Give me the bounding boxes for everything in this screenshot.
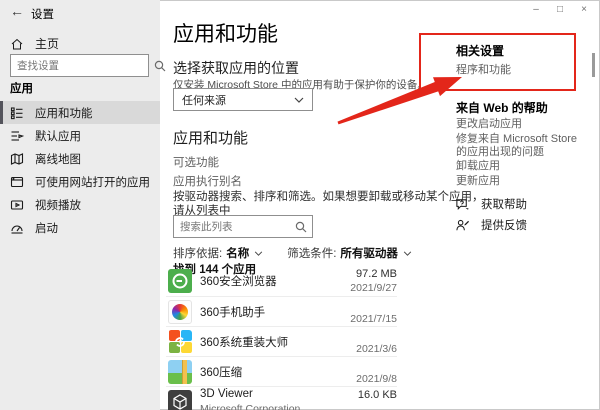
- app-name: 3D Viewer: [200, 388, 300, 400]
- sidebar-item-label: 应用和功能: [35, 105, 93, 121]
- scrollbar-thumb[interactable]: [592, 53, 595, 77]
- give-feedback-label: 提供反馈: [481, 217, 527, 233]
- 360-safe-browser-icon: [168, 269, 192, 293]
- choose-apps-heading: 选择获取应用的位置: [173, 58, 299, 78]
- maximize-button[interactable]: □: [548, 2, 572, 18]
- list-search-box: [173, 215, 313, 238]
- apps-features-section-heading: 应用和功能: [173, 127, 248, 148]
- sidebar-item-label: 启动: [35, 220, 58, 236]
- sidebar-item-label: 默认应用: [35, 128, 81, 144]
- app-date: 2021/7/15: [350, 313, 397, 325]
- annotation-highlight-box: [419, 33, 576, 91]
- sort-by-value: 名称: [226, 245, 249, 261]
- sidebar-item-home[interactable]: 主页: [0, 32, 160, 55]
- feedback-icon: [455, 218, 470, 233]
- app-date: 2021/9/8: [356, 373, 397, 385]
- search-icon: [152, 58, 168, 74]
- window-controls: – □ ×: [524, 2, 596, 18]
- fix-store-apps-link[interactable]: 修复来自 Microsoft Store 的应用出现的问题: [456, 133, 582, 159]
- settings-search-box: [10, 54, 149, 77]
- get-help-label: 获取帮助: [481, 196, 527, 212]
- get-help-button[interactable]: 获取帮助: [455, 196, 527, 212]
- app-row-3d-viewer[interactable]: 3D Viewer Microsoft Corporation 16.0 KB: [166, 386, 397, 410]
- apps-for-websites-icon: [10, 175, 24, 189]
- apps-features-icon: [10, 106, 24, 120]
- app-row-360-zip[interactable]: 360压缩 2021/9/8: [166, 356, 397, 386]
- settings-search-input[interactable]: [11, 60, 152, 72]
- app-source-dropdown[interactable]: 任何来源: [173, 88, 313, 111]
- app-row-360-browser[interactable]: 360安全浏览器 97.2 MB 2021/9/27: [166, 266, 397, 296]
- web-help-heading: 来自 Web 的帮助: [456, 99, 548, 116]
- default-apps-icon: [10, 129, 24, 143]
- sort-by-label: 排序依据:: [173, 245, 222, 261]
- app-date: 2021/3/6: [356, 343, 397, 355]
- sidebar-item-default-apps[interactable]: 默认应用: [0, 124, 160, 147]
- selected-accent-bar: [0, 101, 3, 124]
- app-source-value: 任何来源: [182, 92, 294, 108]
- list-description-line1: 按驱动器搜索、排序和筛选。如果想要卸载或移动某个应用，请从列表中: [173, 190, 489, 218]
- get-help-icon: [455, 197, 470, 212]
- filter-by-value: 所有驱动器: [340, 245, 398, 261]
- app-row-360-phone-assistant[interactable]: 360手机助手 2021/7/15: [166, 296, 397, 326]
- app-name: 360压缩: [200, 364, 242, 380]
- sidebar-item-label: 可使用网站打开的应用: [35, 174, 150, 190]
- video-playback-icon: [10, 198, 24, 212]
- app-publisher: Microsoft Corporation: [200, 403, 300, 410]
- page-title: 应用和功能: [173, 18, 278, 48]
- sidebar-nav: 应用和功能 默认应用 离线地图 可使用网站打开的应用 视频播放 启动: [0, 101, 160, 239]
- settings-window: ← 设置 – □ × 主页 应用 应用和功能 默认应用 离线地图 可使用网站打开…: [0, 0, 600, 410]
- filter-by-dropdown[interactable]: 所有驱动器: [336, 245, 412, 261]
- list-search-input[interactable]: [174, 221, 293, 233]
- sidebar-item-apps-for-websites[interactable]: 可使用网站打开的应用: [0, 170, 160, 193]
- 3d-viewer-icon: [168, 390, 192, 410]
- sidebar-item-label: 视频播放: [35, 197, 81, 213]
- sidebar-item-label: 离线地图: [35, 151, 81, 167]
- 360-system-reinstall-icon: [168, 330, 192, 354]
- app-name: 360安全浏览器: [200, 273, 277, 289]
- sidebar-item-apps-features[interactable]: 应用和功能: [0, 101, 160, 124]
- app-size: 97.2 MB: [356, 268, 397, 281]
- app-name: 360系统重装大师: [200, 334, 288, 350]
- window-title: 设置: [31, 6, 54, 22]
- 360-phone-assistant-icon: [168, 300, 192, 324]
- uninstall-apps-link[interactable]: 卸载应用: [456, 160, 582, 173]
- optional-features-link[interactable]: 可选功能: [173, 154, 219, 170]
- change-startup-apps-link[interactable]: 更改启动应用: [456, 118, 582, 131]
- sidebar-item-offline-maps[interactable]: 离线地图: [0, 147, 160, 170]
- filter-by-label: 筛选条件:: [287, 245, 336, 261]
- give-feedback-button[interactable]: 提供反馈: [455, 217, 527, 233]
- app-row-360-system-reinstall[interactable]: 360系统重装大师 2021/3/6: [166, 326, 397, 356]
- chevron-down-icon: [254, 251, 263, 256]
- app-execution-aliases-link[interactable]: 应用执行别名: [173, 173, 242, 189]
- close-button[interactable]: ×: [572, 2, 596, 18]
- search-icon: [293, 219, 309, 235]
- app-name: 360手机助手: [200, 304, 265, 320]
- chevron-down-icon: [294, 97, 304, 103]
- sidebar-item-startup[interactable]: 启动: [0, 216, 160, 239]
- sort-by-dropdown[interactable]: 名称: [222, 245, 263, 261]
- sort-filter-row: 排序依据: 名称 筛选条件: 所有驱动器: [173, 245, 412, 261]
- startup-icon: [10, 221, 24, 235]
- minimize-button[interactable]: –: [524, 2, 548, 18]
- 360-zip-icon: [168, 360, 192, 384]
- home-icon: [10, 37, 24, 51]
- app-date: 2021/9/27: [350, 282, 397, 294]
- app-size: 16.0 KB: [358, 389, 397, 402]
- offline-maps-icon: [10, 152, 24, 166]
- sidebar-home-label: 主页: [35, 35, 59, 52]
- sidebar-section-apps: 应用: [10, 80, 33, 96]
- back-arrow-icon[interactable]: ←: [10, 3, 24, 19]
- update-apps-link[interactable]: 更新应用: [456, 175, 582, 188]
- chevron-down-icon: [403, 251, 412, 256]
- sidebar-item-video-playback[interactable]: 视频播放: [0, 193, 160, 216]
